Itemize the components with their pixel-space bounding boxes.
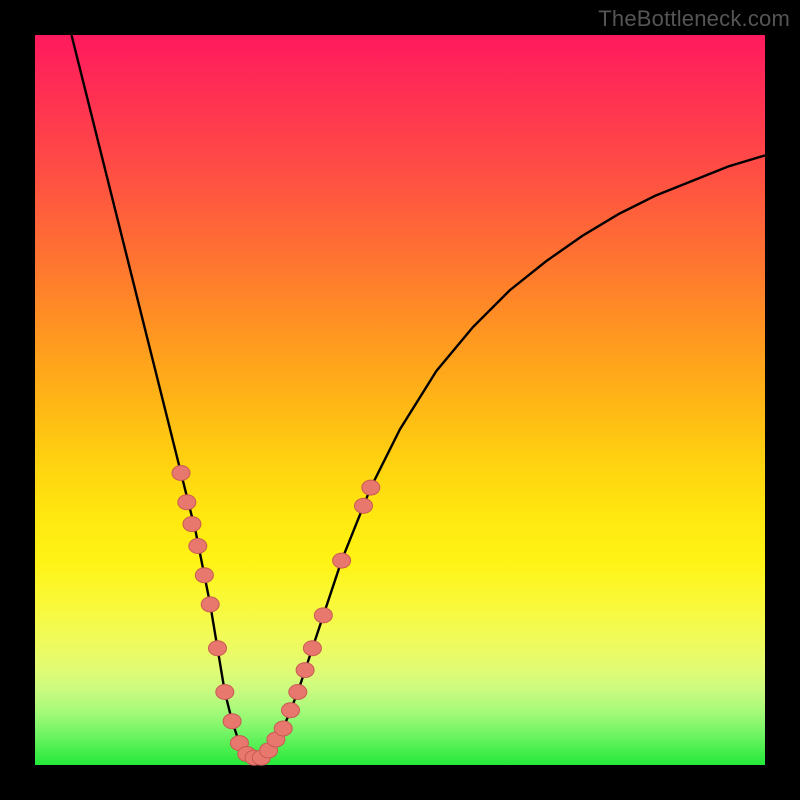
data-marker	[172, 466, 190, 481]
chart-svg	[35, 35, 765, 765]
data-marker	[274, 721, 292, 736]
data-marker	[223, 714, 241, 729]
data-marker	[178, 495, 196, 510]
data-marker	[216, 685, 234, 700]
data-marker	[362, 480, 380, 495]
bottleneck-curve	[72, 35, 766, 758]
chart-frame: TheBottleneck.com	[0, 0, 800, 800]
data-marker	[303, 641, 321, 656]
data-marker	[289, 685, 307, 700]
data-marker	[189, 539, 207, 554]
data-marker	[296, 663, 314, 678]
data-marker	[201, 597, 219, 612]
data-marker	[209, 641, 227, 656]
data-marker	[314, 608, 332, 623]
data-marker	[355, 498, 373, 513]
data-markers	[172, 466, 380, 766]
data-marker	[333, 553, 351, 568]
data-marker	[195, 568, 213, 583]
data-marker	[183, 517, 201, 532]
data-marker	[282, 703, 300, 718]
watermark-text: TheBottleneck.com	[598, 6, 790, 32]
